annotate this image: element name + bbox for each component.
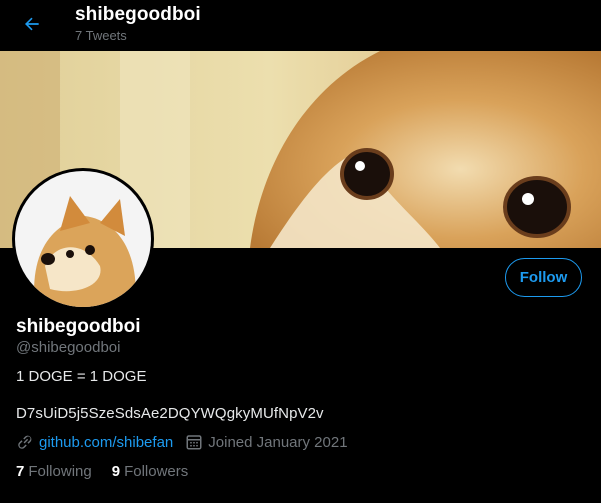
following-link[interactable]: 7 Following bbox=[16, 463, 92, 480]
avatar-frame[interactable] bbox=[12, 168, 154, 310]
bio: 1 DOGE = 1 DOGE bbox=[16, 368, 147, 385]
profile-meta: github.com/shibefan Joined January 2021 bbox=[16, 433, 348, 451]
wallet-address: D7sUiD5j5SzeSdsAe2DQYWQgkyMUfNpV2v bbox=[16, 405, 324, 422]
followers-link[interactable]: 9 Followers bbox=[112, 463, 189, 480]
header-title: shibegoodboi bbox=[75, 4, 201, 25]
profile-header: shibegoodboi 7 Tweets bbox=[0, 0, 601, 51]
display-name: shibegoodboi bbox=[16, 316, 141, 337]
tweet-count: 7 Tweets bbox=[75, 28, 127, 43]
follow-stats: 7 Following 9 Followers bbox=[16, 463, 208, 480]
profile-link[interactable]: github.com/shibefan bbox=[39, 434, 173, 451]
link-icon bbox=[16, 433, 34, 451]
follow-button[interactable]: Follow bbox=[505, 258, 582, 297]
calendar-icon bbox=[185, 433, 203, 451]
followers-label: Followers bbox=[124, 463, 189, 480]
back-button[interactable] bbox=[14, 6, 50, 42]
handle: @shibegoodboi bbox=[16, 339, 121, 356]
avatar[interactable] bbox=[15, 171, 151, 307]
joined-date: Joined January 2021 bbox=[208, 433, 348, 451]
arrow-left-icon bbox=[25, 17, 39, 31]
following-count: 7 bbox=[16, 463, 25, 480]
following-label: Following bbox=[28, 463, 92, 480]
avatar-image bbox=[15, 171, 151, 307]
followers-count: 9 bbox=[111, 463, 121, 480]
